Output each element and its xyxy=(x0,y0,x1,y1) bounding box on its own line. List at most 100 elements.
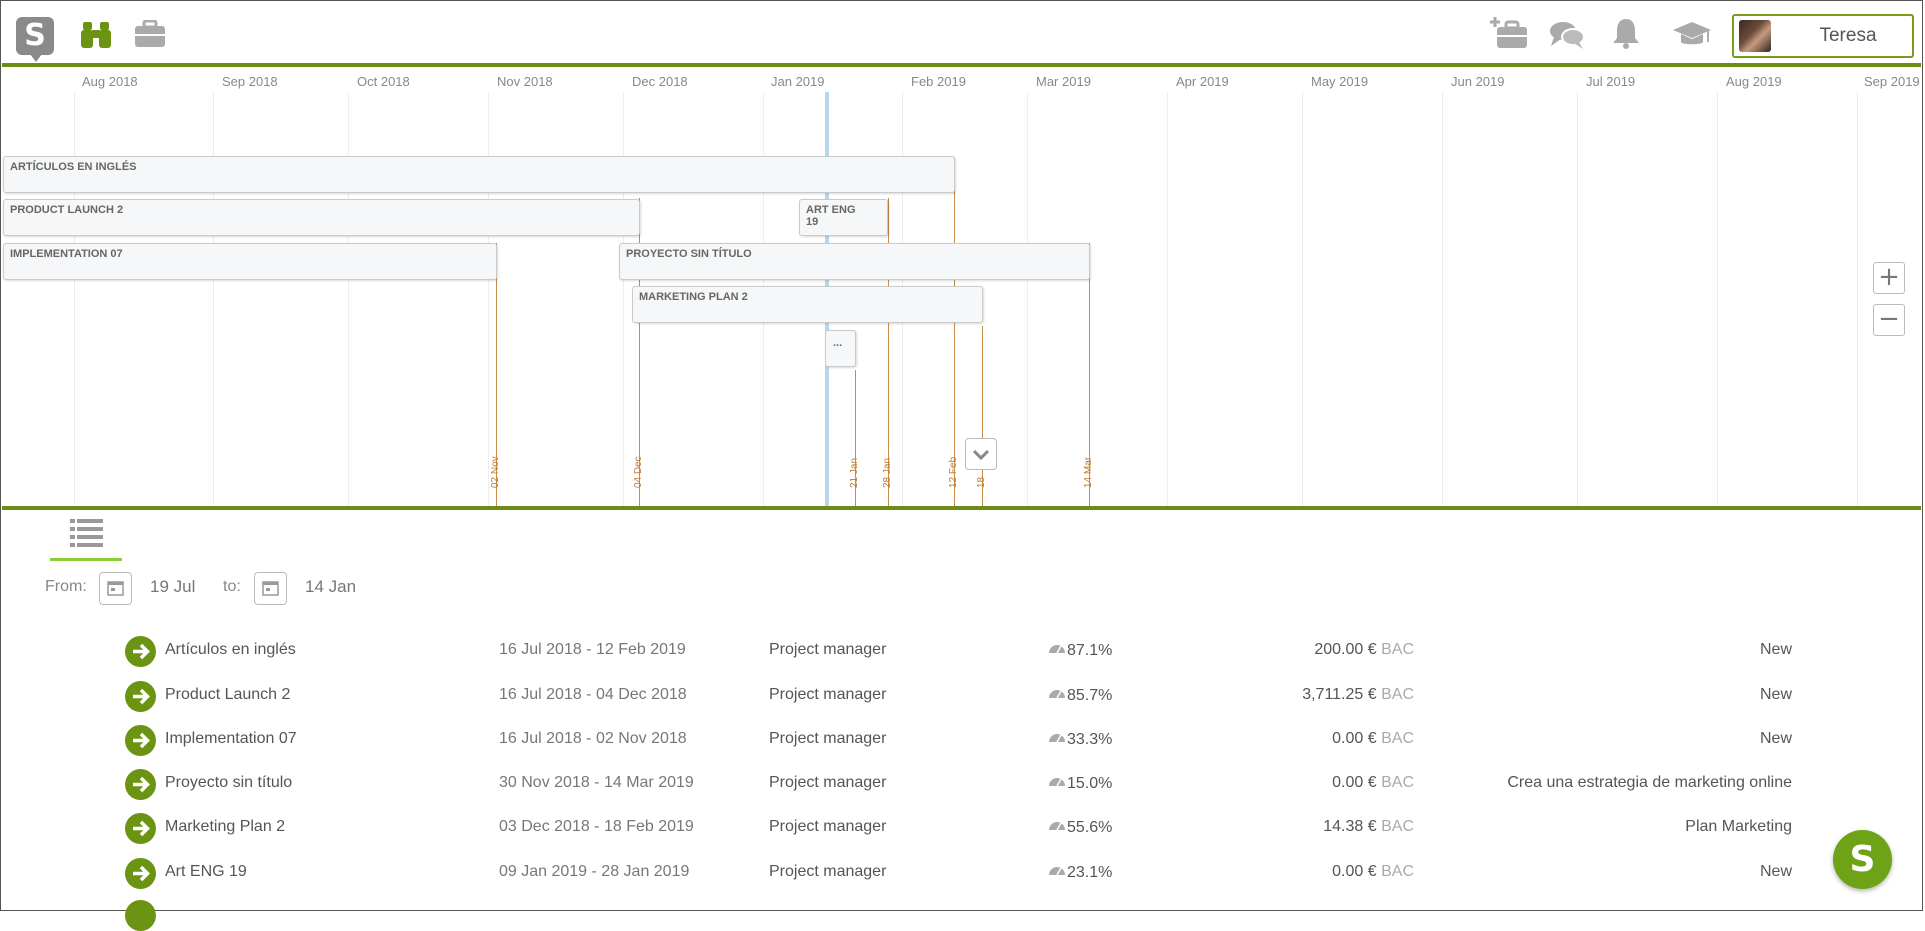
gantt-bar-implementation[interactable]: IMPLEMENTATION 07 xyxy=(3,243,497,280)
open-project-button[interactable] xyxy=(125,681,156,712)
briefcase-icon[interactable] xyxy=(134,19,166,53)
project-status: Plan Marketing xyxy=(1685,818,1792,835)
progress-cell: 55.6% xyxy=(1047,818,1112,837)
project-dates: 16 Jul 2018 - 12 Feb 2019 xyxy=(499,641,686,658)
bac-label: BAC xyxy=(1381,863,1414,880)
expand-timeline-button[interactable] xyxy=(965,438,997,470)
gantt-bar-label: MARKETING PLAN 2 xyxy=(639,291,748,303)
grid-line xyxy=(1442,92,1443,506)
project-name[interactable]: Art ENG 19 xyxy=(165,863,247,881)
grid-line xyxy=(1577,92,1578,506)
month-label: Mar 2019 xyxy=(1036,74,1091,89)
deadline-label: 21 Jan xyxy=(849,457,860,488)
from-date-value[interactable]: 19 Jul xyxy=(150,577,195,597)
progress-cell: 33.3% xyxy=(1047,730,1112,749)
budget-cell: 0.00 € BAC xyxy=(1250,774,1414,792)
to-date-value[interactable]: 14 Jan xyxy=(305,577,356,597)
gantt-bar-collapsed[interactable]: ... xyxy=(825,330,856,367)
project-dates: 09 Jan 2019 - 28 Jan 2019 xyxy=(499,863,690,880)
gantt-bar-marketing-plan[interactable]: MARKETING PLAN 2 xyxy=(632,286,983,323)
gantt-bar-art-eng[interactable]: ART ENG 19 xyxy=(799,199,888,236)
gantt-bar-label: ARTÍCULOS EN INGLÉS xyxy=(10,161,137,173)
project-name[interactable]: Implementation 07 xyxy=(165,730,297,748)
month-label: Oct 2018 xyxy=(357,74,410,89)
bac-label: BAC xyxy=(1381,641,1414,658)
project-progress: 55.6% xyxy=(1067,819,1113,836)
app-logo[interactable]: S xyxy=(16,17,54,62)
project-role: Project manager xyxy=(769,774,887,791)
bell-icon[interactable] xyxy=(1612,17,1640,54)
project-row[interactable]: Product Launch 2 16 Jul 2018 - 04 Dec 20… xyxy=(0,675,1919,715)
project-role: Project manager xyxy=(769,730,887,747)
project-name[interactable]: Proyecto sin título xyxy=(165,774,292,792)
project-role: Project manager xyxy=(769,686,887,703)
project-row[interactable]: Marketing Plan 2 03 Dec 2018 - 18 Feb 20… xyxy=(0,807,1919,847)
open-project-button[interactable] xyxy=(125,725,156,756)
project-role: Project manager xyxy=(769,863,887,880)
open-project-button[interactable] xyxy=(125,858,156,889)
open-project-button[interactable] xyxy=(125,813,156,844)
progress-cell: 15.0% xyxy=(1047,774,1112,793)
gantt-bar-articulos[interactable]: ARTÍCULOS EN INGLÉS xyxy=(3,156,955,193)
add-project-icon[interactable] xyxy=(1488,14,1530,55)
deadline-line xyxy=(954,158,955,506)
timeline-divider xyxy=(2,506,1921,510)
gantt-timeline[interactable]: Aug 2018 Sep 2018 Oct 2018 Nov 2018 Dec … xyxy=(2,68,1921,506)
chat-icon[interactable] xyxy=(1549,20,1585,55)
project-budget: 3,711.25 € xyxy=(1302,686,1377,703)
project-progress: 33.3% xyxy=(1067,731,1113,748)
to-date-picker[interactable] xyxy=(254,572,287,605)
to-label: to: xyxy=(223,578,241,595)
project-name[interactable]: Product Launch 2 xyxy=(165,686,290,704)
budget-cell: 200.00 € BAC xyxy=(1250,641,1414,659)
arrow-right-icon xyxy=(133,865,150,882)
avatar xyxy=(1739,20,1771,52)
grid-line xyxy=(488,92,489,506)
deadline-label: 04 Dec xyxy=(633,456,644,488)
project-row[interactable]: Artículos en inglés 16 Jul 2018 - 12 Feb… xyxy=(0,630,1919,670)
progress-cell: 23.1% xyxy=(1047,863,1112,882)
project-name[interactable]: Marketing Plan 2 xyxy=(165,818,285,836)
month-label: Jul 2019 xyxy=(1586,74,1636,89)
project-row[interactable]: Art ENG 19 09 Jan 2019 - 28 Jan 2019 Pro… xyxy=(0,852,1919,892)
gauge-icon xyxy=(1049,822,1065,831)
active-tab-indicator xyxy=(50,558,122,561)
arrow-right-icon xyxy=(133,820,150,837)
arrow-right-icon xyxy=(133,732,150,749)
list-view-tab[interactable] xyxy=(50,514,122,562)
from-date-picker[interactable] xyxy=(99,572,132,605)
month-label: Aug 2018 xyxy=(82,74,138,89)
month-label: Dec 2018 xyxy=(632,74,688,89)
project-dates: 16 Jul 2018 - 02 Nov 2018 xyxy=(499,730,687,747)
graduation-cap-icon[interactable] xyxy=(1672,20,1712,53)
month-label: Sep 2019 xyxy=(1864,74,1920,89)
open-project-button[interactable] xyxy=(125,900,156,931)
project-role: Project manager xyxy=(769,818,887,835)
gantt-bar-proyecto-sin-titulo[interactable]: PROYECTO SIN TÍTULO xyxy=(619,243,1090,280)
bac-label: BAC xyxy=(1381,686,1414,703)
bac-label: BAC xyxy=(1381,818,1414,835)
project-progress: 23.1% xyxy=(1067,864,1113,881)
zoom-in-button[interactable]: + xyxy=(1873,262,1905,294)
project-budget: 14.38 € xyxy=(1323,818,1377,835)
help-chat-button[interactable]: S xyxy=(1833,830,1892,889)
project-status: Crea una estrategia de marketing online xyxy=(1507,774,1792,791)
list-icon xyxy=(70,519,103,547)
progress-cell: 85.7% xyxy=(1047,686,1112,705)
project-row[interactable]: Implementation 07 16 Jul 2018 - 02 Nov 2… xyxy=(0,719,1919,759)
budget-cell: 14.38 € BAC xyxy=(1250,818,1414,836)
open-project-button[interactable] xyxy=(125,769,156,800)
project-name[interactable]: Artículos en inglés xyxy=(165,641,296,659)
gantt-bar-product-launch[interactable]: PRODUCT LAUNCH 2 xyxy=(3,199,640,236)
gantt-bar-label: IMPLEMENTATION 07 xyxy=(10,248,123,260)
binoculars-icon[interactable] xyxy=(80,20,112,55)
grid-line xyxy=(348,92,349,506)
user-menu[interactable]: Teresa xyxy=(1732,14,1914,58)
gauge-icon xyxy=(1049,690,1065,699)
project-budget: 0.00 € xyxy=(1332,730,1377,747)
open-project-button[interactable] xyxy=(125,636,156,667)
zoom-out-button[interactable]: − xyxy=(1873,304,1905,336)
project-row[interactable]: Proyecto sin título 30 Nov 2018 - 14 Mar… xyxy=(0,763,1919,803)
project-role: Project manager xyxy=(769,641,887,658)
bac-label: BAC xyxy=(1381,730,1414,747)
